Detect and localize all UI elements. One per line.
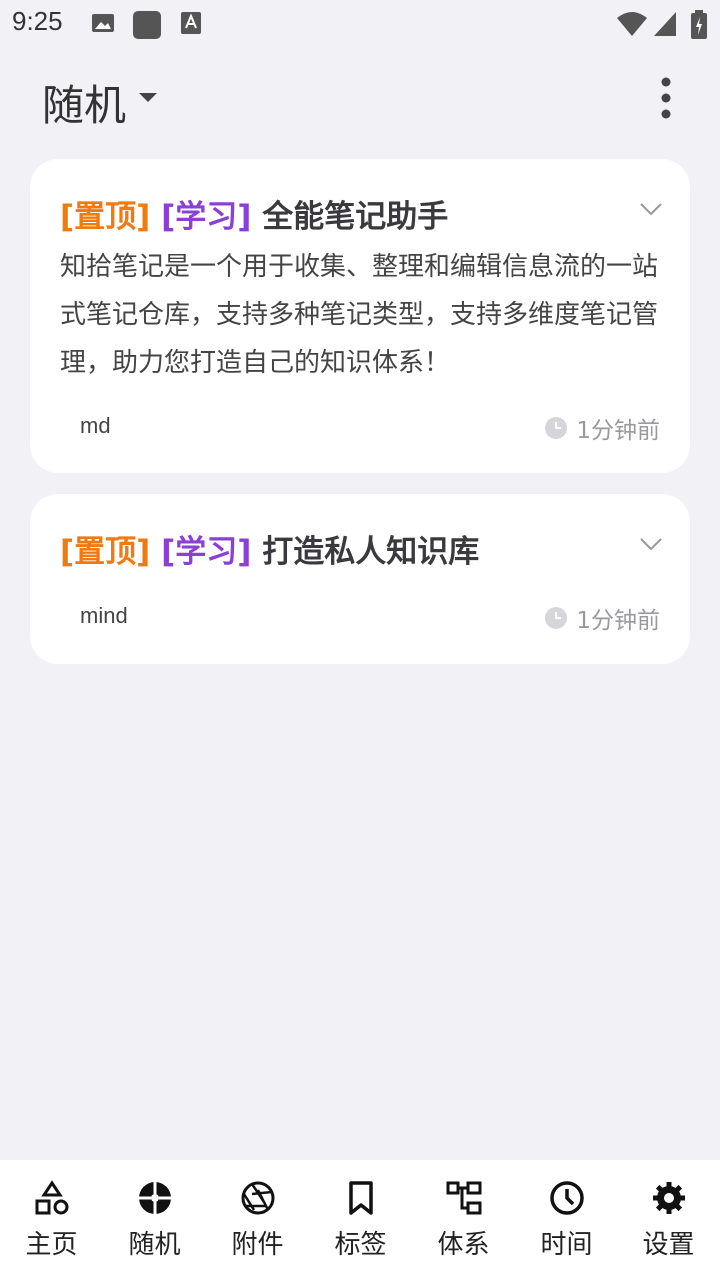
nav-label: 随机 <box>128 1230 181 1260</box>
note-type: md <box>80 413 111 438</box>
nav-label: 设置 <box>642 1230 695 1260</box>
note-timestamp: 1分钟前 <box>544 411 660 445</box>
random-icon <box>138 1182 171 1214</box>
note-card[interactable]: [置顶] [学习] 全能笔记助手 知拾笔记是一个用于收集、整理和编辑信息流的一站… <box>30 159 690 473</box>
status-bar: 9:25 <box>0 0 720 50</box>
note-timestamp: 1分钟前 <box>544 601 660 635</box>
nav-label: 附件 <box>231 1230 284 1260</box>
nav-label: 标签 <box>334 1230 387 1260</box>
nav-item-system[interactable]: 体系 <box>412 1160 515 1280</box>
nav-item-tags[interactable]: 标签 <box>309 1160 412 1280</box>
category-tag: [学习] <box>161 199 252 235</box>
note-preview: 知拾笔记是一个用于收集、整理和编辑信息流的一站式笔记仓库，支持多种笔记类型，支持… <box>60 252 659 378</box>
text-notification-icon <box>181 12 201 34</box>
more-options-icon[interactable] <box>646 76 686 120</box>
nav-label: 体系 <box>437 1230 490 1260</box>
clock-icon <box>545 417 568 439</box>
app-notification-icon <box>133 11 161 39</box>
clock-icon <box>549 1181 584 1215</box>
nav-item-home[interactable]: 主页 <box>0 1160 103 1280</box>
battery-icon <box>691 10 707 39</box>
nav-item-settings[interactable]: 设置 <box>617 1160 720 1280</box>
bottom-navigation: 主页 随机 附件 标签 体系 时间 设置 <box>0 1160 720 1280</box>
chevron-down-icon[interactable] <box>640 203 662 215</box>
nav-label: 主页 <box>25 1230 78 1260</box>
aperture-icon <box>241 1181 274 1215</box>
shapes-icon <box>35 1180 68 1215</box>
status-time: 9:25 <box>12 6 63 36</box>
bookmark-icon <box>348 1181 373 1215</box>
note-card[interactable]: [置顶] [学习] 打造私人知识库 mind 1分钟前 <box>30 494 690 664</box>
note-type: mind <box>80 603 128 628</box>
page-title[interactable]: 随机 <box>42 72 126 133</box>
note-title: 打造私人知识库 <box>262 534 480 570</box>
gear-icon <box>652 1182 685 1214</box>
chevron-down-icon[interactable] <box>640 538 662 550</box>
app-bar: 随机 <box>0 60 720 140</box>
hierarchy-icon <box>446 1181 481 1215</box>
signal-icon <box>654 12 676 36</box>
note-title-row: [置顶] [学习] 全能笔记助手 <box>60 191 448 236</box>
clock-icon <box>545 607 568 629</box>
image-notification-icon <box>92 14 114 32</box>
pin-tag: [置顶] <box>60 534 151 570</box>
wifi-icon <box>617 12 647 36</box>
note-title-row: [置顶] [学习] 打造私人知识库 <box>60 526 479 571</box>
pin-tag: [置顶] <box>60 199 151 235</box>
note-time-text: 1分钟前 <box>576 608 660 634</box>
note-title: 全能笔记助手 <box>262 199 449 235</box>
nav-label: 时间 <box>540 1230 593 1260</box>
nav-item-random[interactable]: 随机 <box>103 1160 206 1280</box>
nav-item-time[interactable]: 时间 <box>515 1160 618 1280</box>
category-tag: [学习] <box>161 534 252 570</box>
nav-item-attachments[interactable]: 附件 <box>206 1160 309 1280</box>
note-time-text: 1分钟前 <box>576 418 660 444</box>
dropdown-arrow-icon[interactable] <box>138 92 158 104</box>
